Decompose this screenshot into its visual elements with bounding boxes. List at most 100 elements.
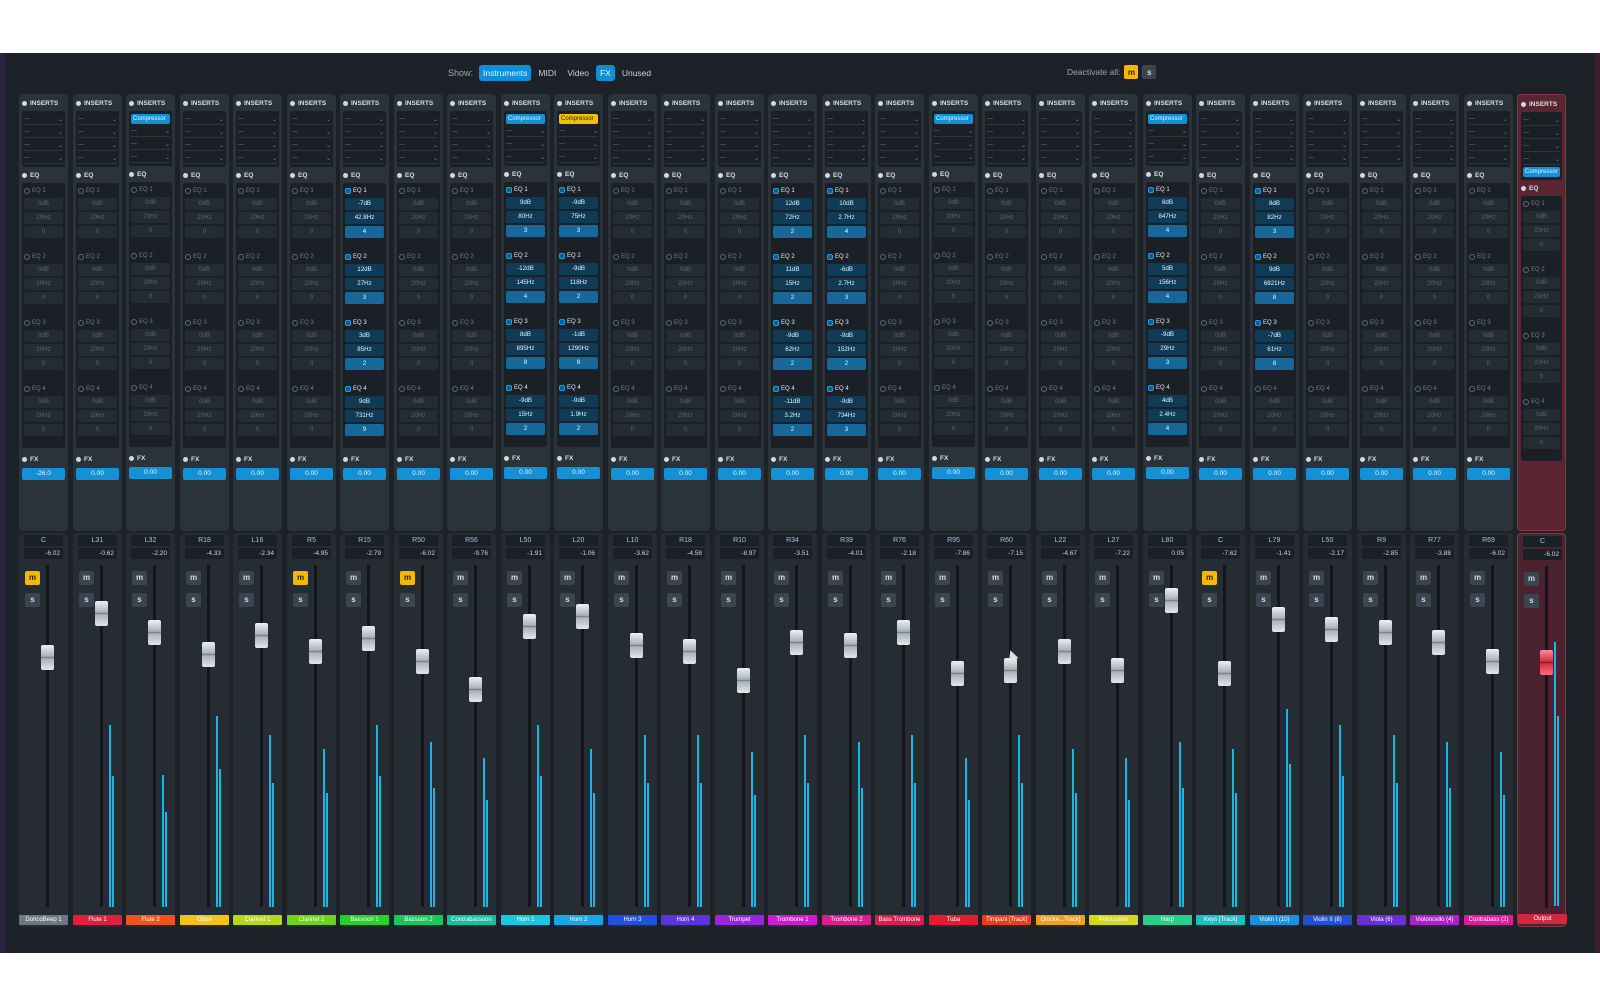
eq-band-header[interactable]: EQ 1 [720, 185, 759, 197]
deactivate-all-solo-button[interactable]: s [1142, 65, 1157, 79]
solo-button[interactable]: s [881, 593, 896, 607]
eq-gain-field[interactable]: 0dB [720, 198, 759, 210]
pan-control[interactable]: R56 [452, 535, 491, 546]
eq-band-toggle-icon[interactable] [934, 319, 940, 325]
eq-band-toggle-icon[interactable] [666, 254, 672, 260]
eq-band-toggle-icon[interactable] [613, 320, 619, 326]
eq-band-header[interactable]: EQ 1 [238, 185, 277, 197]
eq-frequency-field[interactable]: 20Hz [1041, 410, 1080, 422]
insert-slot-empty[interactable]: --- ⌄ [1362, 140, 1401, 151]
eq-band-toggle-icon[interactable] [720, 386, 726, 392]
pan-control[interactable]: L79 [1255, 535, 1294, 546]
chevron-down-icon[interactable]: ⌄ [754, 142, 759, 149]
eq-band-header[interactable]: EQ 1 [934, 184, 973, 196]
insert-slot-empty[interactable]: --- ⌄ [345, 140, 384, 151]
chevron-down-icon[interactable]: ⌄ [1555, 143, 1560, 150]
fx-power-icon[interactable] [985, 457, 990, 462]
pan-control[interactable]: C [24, 535, 63, 546]
eq-band-header[interactable]: EQ 2 [506, 250, 545, 262]
insert-slot-empty[interactable]: --- ⌄ [1308, 153, 1347, 164]
eq-band-header[interactable]: EQ 3 [1308, 317, 1347, 329]
chevron-down-icon[interactable]: ⌄ [1289, 116, 1294, 123]
eq-frequency-field[interactable]: 20Hz [1094, 278, 1133, 290]
eq-band-header[interactable]: EQ 2 [1094, 251, 1133, 263]
eq-q-field[interactable]: 0 [987, 226, 1026, 238]
eq-header[interactable]: EQ [1039, 170, 1082, 181]
eq-band-header[interactable]: EQ 4 [773, 383, 812, 395]
eq-frequency-field[interactable]: 20Hz [452, 278, 491, 290]
eq-gain-field[interactable]: 0dB [238, 330, 277, 342]
eq-frequency-field[interactable]: 20Hz [720, 410, 759, 422]
inserts-header[interactable]: INSERTS [611, 98, 654, 109]
eq-q-field[interactable]: 4 [345, 226, 384, 238]
eq-gain-field[interactable]: 0dB [1201, 330, 1240, 342]
eq-band-header[interactable]: EQ 4 [1362, 383, 1401, 395]
chevron-down-icon[interactable]: ⌄ [379, 155, 384, 162]
eq-band-toggle-icon[interactable] [559, 187, 565, 193]
eq-band-toggle-icon[interactable] [1308, 386, 1314, 392]
eq-band-header[interactable]: EQ 2 [452, 251, 491, 263]
mute-button[interactable]: m [721, 571, 736, 585]
insert-slot-empty[interactable]: --- ⌄ [1201, 153, 1240, 164]
eq-q-field[interactable]: 0 [1415, 226, 1454, 238]
solo-button[interactable]: s [560, 593, 575, 607]
fx-send-level[interactable]: 0.00 [1413, 468, 1456, 480]
eq-q-field[interactable]: 0 [1362, 424, 1401, 436]
inserts-header[interactable]: INSERTS [290, 98, 333, 109]
volume-readout[interactable]: -2.18 [880, 548, 919, 559]
eq-frequency-field[interactable]: 20Hz [1041, 344, 1080, 356]
inserts-header[interactable]: INSERTS [1146, 98, 1189, 109]
insert-slot-empty[interactable]: --- ⌄ [559, 126, 598, 137]
eq-band-header[interactable]: EQ 2 [1148, 250, 1187, 262]
insert-slot-empty[interactable]: --- ⌄ [559, 152, 598, 163]
eq-frequency-field[interactable]: 20Hz [78, 410, 117, 422]
eq-band-toggle-icon[interactable] [1308, 188, 1314, 194]
eq-frequency-field[interactable]: 29Hz [1148, 343, 1187, 355]
mute-button[interactable]: m [1363, 571, 1378, 585]
eq-gain-field[interactable]: 0dB [78, 396, 117, 408]
fx-power-icon[interactable] [1092, 457, 1097, 462]
insert-slot-empty[interactable]: --- ⌄ [987, 114, 1026, 125]
fx-send-level[interactable]: 0.00 [557, 467, 600, 479]
eq-frequency-field[interactable]: 20Hz [613, 212, 652, 224]
mute-button[interactable]: m [25, 571, 40, 585]
insert-slot-empty[interactable]: --- ⌄ [1094, 153, 1133, 164]
insert-slot-empty[interactable]: --- ⌄ [666, 114, 705, 125]
chevron-down-icon[interactable]: ⌄ [1235, 142, 1240, 149]
chevron-down-icon[interactable]: ⌄ [1182, 141, 1187, 148]
volume-readout[interactable]: -1.06 [559, 548, 598, 559]
solo-button[interactable]: s [507, 593, 522, 607]
eq-q-field[interactable]: 0 [720, 226, 759, 238]
eq-frequency-field[interactable]: 20Hz [399, 212, 438, 224]
eq-frequency-field[interactable]: 20Hz [452, 410, 491, 422]
eq-q-field[interactable]: 0 [1469, 424, 1508, 436]
eq-gain-field[interactable]: 0dB [1201, 396, 1240, 408]
eq-gain-field[interactable]: 0dB [1469, 198, 1508, 210]
eq-power-icon[interactable] [825, 173, 830, 178]
chevron-down-icon[interactable]: ⌄ [1555, 117, 1560, 124]
insert-slot-empty[interactable]: --- ⌄ [78, 140, 117, 151]
eq-power-icon[interactable] [76, 173, 81, 178]
fx-send-level[interactable]: 0.00 [771, 468, 814, 480]
pan-control[interactable]: R76 [880, 535, 919, 546]
eq-band-header[interactable]: EQ 4 [1415, 383, 1454, 395]
eq-frequency-field[interactable]: 20Hz [1255, 410, 1294, 422]
eq-band-toggle-icon[interactable] [399, 320, 405, 326]
insert-slot-empty[interactable]: --- ⌄ [827, 127, 866, 138]
eq-band-toggle-icon[interactable] [1148, 385, 1154, 391]
eq-band-toggle-icon[interactable] [131, 385, 137, 391]
fx-header[interactable]: FX [1199, 454, 1242, 465]
eq-band-toggle-icon[interactable] [1308, 320, 1314, 326]
insert-slot-empty[interactable]: --- ⌄ [24, 140, 63, 151]
eq-q-field[interactable]: 0 [1201, 226, 1240, 238]
eq-q-field[interactable]: 0 [292, 226, 331, 238]
volume-fader-handle[interactable] [1379, 620, 1392, 645]
chevron-down-icon[interactable]: ⌄ [593, 154, 598, 161]
eq-band-header[interactable]: EQ 2 [1308, 251, 1347, 263]
solo-button[interactable]: s [614, 593, 629, 607]
eq-gain-field[interactable]: 0dB [399, 198, 438, 210]
eq-gain-field[interactable]: 0dB [1041, 198, 1080, 210]
chevron-down-icon[interactable]: ⌄ [1396, 155, 1401, 162]
fx-power-icon[interactable] [1199, 457, 1204, 462]
eq-band-header[interactable]: EQ 3 [24, 317, 63, 329]
